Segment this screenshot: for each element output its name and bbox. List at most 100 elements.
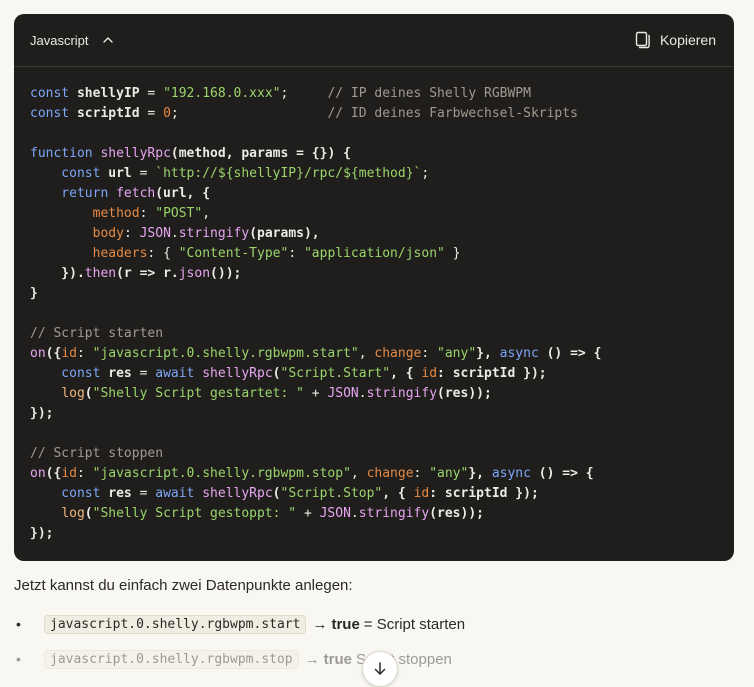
code-line: function shellyRpc(method, params = {}) … (30, 144, 734, 164)
code-token: : scriptId }); (429, 486, 539, 501)
inline-code: javascript.0.shelly.rgbwpm.start (44, 614, 307, 634)
code-token: headers (92, 246, 148, 261)
code-token: id (421, 366, 438, 381)
code-line: }).then(r => r.json()); (30, 264, 734, 284)
code-token: "Shelly Script gestoppt: " (92, 506, 297, 521)
code-language-label: Javascript (30, 32, 89, 48)
code-token: + (296, 506, 320, 521)
code-token: "POST" (155, 206, 203, 221)
code-token: ()); (210, 266, 242, 281)
code-token: : { (147, 246, 179, 261)
code-content: const shellyIP = "192.168.0.xxx"; // IP … (14, 67, 734, 544)
code-token: "javascript.0.shelly.rgbwpm.start" (92, 346, 359, 361)
code-token: return (30, 186, 117, 201)
code-token: : scriptId }); (437, 366, 547, 381)
code-line: const res = await shellyRpc("Script.Star… (30, 364, 734, 384)
code-token: : (421, 346, 438, 361)
code-token: ( (272, 486, 281, 501)
collapse-code-button[interactable]: Javascript (30, 33, 115, 48)
copy-label: Kopieren (659, 32, 716, 48)
code-token: scriptId (76, 106, 140, 121)
code-token: await (155, 366, 203, 381)
value-text: true (323, 650, 352, 668)
inline-code: javascript.0.shelly.rgbwpm.stop (44, 649, 299, 669)
code-token: ( (84, 386, 93, 401)
code-token: : (413, 466, 430, 481)
code-token: : (76, 346, 93, 361)
code-token: }); (30, 406, 54, 421)
code-token: // Script starten (30, 326, 164, 341)
copy-button[interactable]: Kopieren (635, 31, 716, 49)
code-token: fetch (116, 186, 156, 201)
code-token: await (155, 486, 203, 501)
code-token: change (366, 466, 414, 481)
code-line: on({id: "javascript.0.shelly.rgbwpm.star… (30, 344, 734, 364)
code-token: "any" (429, 466, 469, 481)
code-token: = (131, 486, 156, 501)
code-line: const shellyIP = "192.168.0.xxx"; // IP … (30, 84, 734, 104)
bullet-marker: • (16, 651, 21, 667)
code-token: stringify (178, 226, 250, 241)
code-token: shellyIP (76, 86, 140, 101)
code-line: }); (30, 524, 734, 544)
code-token: 0 (163, 106, 171, 121)
code-token: (url, { (155, 186, 211, 201)
code-line: // Script starten (30, 324, 734, 344)
code-token: , (350, 466, 367, 481)
code-token: (res)); (437, 386, 492, 401)
code-token: on (30, 466, 46, 481)
code-token: "192.168.0.xxx" (163, 86, 281, 101)
bullet-marker: • (16, 616, 21, 632)
code-token: "javascript.0.shelly.rgbwpm.stop" (92, 466, 351, 481)
arrow-text: → (304, 650, 320, 668)
code-token: (res)); (429, 506, 484, 521)
code-token: } (30, 286, 38, 301)
code-token: log (61, 386, 85, 401)
code-token: shellyRpc (100, 146, 171, 161)
code-token: ( (272, 366, 281, 381)
code-token: , (358, 346, 375, 361)
instruction-paragraph: Jetzt kannst du einfach zwei Datenpunkte… (14, 577, 353, 594)
code-token: JSON (327, 386, 359, 401)
code-token: // ID deines Farbwechsel-Skripts (327, 106, 578, 121)
code-token: log (61, 506, 85, 521)
code-token: "Script.Stop" (280, 486, 383, 501)
code-token: json (178, 266, 211, 281)
code-token: id (413, 486, 430, 501)
code-token: JSON (319, 506, 351, 521)
code-block-header: Javascript Kopieren (14, 14, 734, 67)
code-line: }); (30, 404, 734, 424)
code-token: = (139, 86, 164, 101)
code-token: , { (382, 486, 414, 501)
scroll-to-bottom-button[interactable] (362, 651, 398, 687)
code-token: : (76, 466, 93, 481)
code-token: , { (390, 366, 422, 381)
code-token: } (444, 246, 461, 261)
code-token: id (61, 466, 77, 481)
code-token: ; (421, 166, 430, 181)
code-token: (r => r. (116, 266, 179, 281)
code-token: `http://${shellyIP}/rpc/${method}` (155, 166, 422, 181)
code-token: function (30, 146, 101, 161)
code-token: const (30, 106, 77, 121)
arrow-text: → (312, 615, 328, 633)
copy-icon (635, 31, 650, 49)
code-token: res (108, 366, 132, 381)
code-line: const res = await shellyRpc("Script.Stop… (30, 484, 734, 504)
code-token: : (139, 206, 156, 221)
code-token: res (108, 486, 132, 501)
code-token: ; (280, 86, 328, 101)
code-token: change (374, 346, 422, 361)
code-token: stringify (366, 386, 438, 401)
code-token: // Script stoppen (30, 446, 164, 461)
code-token: ; (170, 106, 328, 121)
code-token: body (92, 226, 124, 241)
code-token: on (30, 346, 46, 361)
